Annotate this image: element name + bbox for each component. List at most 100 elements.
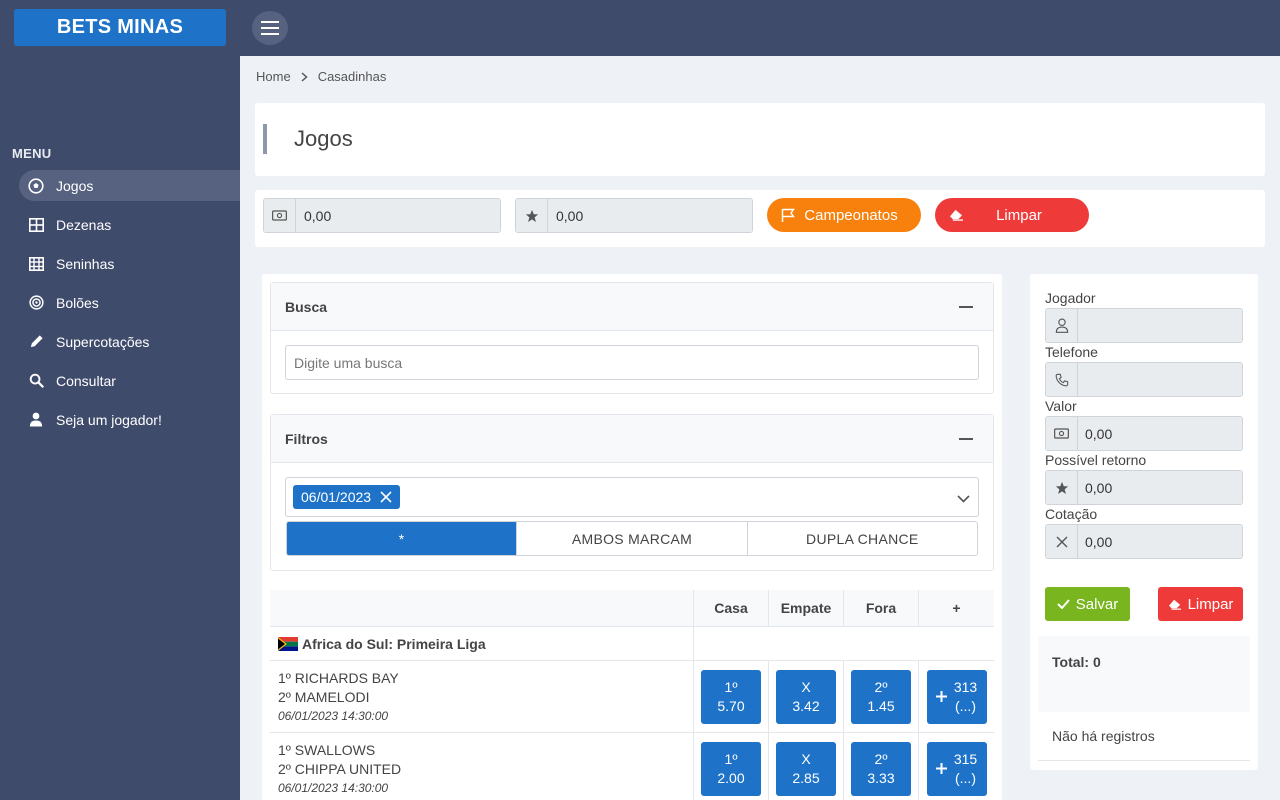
home-team: 1º SWALLOWS bbox=[278, 742, 376, 758]
sidebar-item-supercotacoes[interactable]: Supercotações bbox=[19, 326, 240, 357]
more-count: 313 (...) bbox=[954, 678, 977, 716]
jogador-input-group[interactable] bbox=[1045, 308, 1243, 343]
star-icon bbox=[516, 199, 548, 232]
cotacao-input-group[interactable]: 0,00 bbox=[1045, 524, 1243, 559]
soccer-ball-icon bbox=[28, 177, 44, 194]
odd-label: X bbox=[801, 750, 811, 767]
bet-slip-card: Jogador Telefone Valor 0,00 Possível ret… bbox=[1030, 274, 1258, 770]
salvar-label: Salvar bbox=[1075, 595, 1119, 613]
telefone-input[interactable] bbox=[1078, 363, 1242, 396]
target-icon bbox=[28, 295, 44, 311]
home-team: 1º RICHARDS BAY bbox=[278, 670, 399, 686]
retorno-slip-input[interactable]: 0,00 bbox=[1078, 471, 1242, 504]
odd-label: 2º bbox=[874, 750, 888, 767]
busca-header: Busca bbox=[271, 283, 993, 331]
odd-fora-button[interactable]: 2º 1.45 bbox=[851, 669, 911, 724]
odd-fora-button[interactable]: 2º 3.33 bbox=[851, 741, 911, 796]
search-input[interactable]: Digite uma busca bbox=[285, 345, 979, 380]
more-count-suffix: (...) bbox=[954, 697, 976, 714]
odd-casa-button[interactable]: 1º 2.00 bbox=[701, 741, 761, 796]
games-table: Casa Empate Fora + Africa do Sul: Primei… bbox=[270, 590, 994, 800]
busca-panel: Busca Digite uma busca bbox=[270, 282, 994, 394]
user-icon bbox=[28, 412, 44, 428]
header-casa: Casa bbox=[694, 590, 769, 626]
telefone-input-group[interactable] bbox=[1045, 362, 1243, 397]
sidebar-item-dezenas[interactable]: Dezenas bbox=[19, 209, 240, 240]
sidebar-item-label: Consultar bbox=[56, 372, 116, 389]
user-outline-icon bbox=[1046, 309, 1078, 342]
valor-slip-input-group[interactable]: 0,00 bbox=[1045, 416, 1243, 451]
table-icon bbox=[28, 256, 44, 272]
sidebar-item-seja-jogador[interactable]: Seja um jogador! bbox=[19, 404, 240, 435]
limpar-button[interactable]: Limpar bbox=[935, 198, 1089, 232]
empate-cell: X 2.85 bbox=[769, 733, 844, 800]
tab-ambos-marcam[interactable]: AMBOS MARCAM bbox=[517, 522, 748, 555]
plus-icon bbox=[935, 689, 947, 705]
empty-message: Não há registros bbox=[1052, 728, 1155, 744]
jogador-label: Jogador bbox=[1045, 290, 1096, 306]
pencil-icon bbox=[28, 334, 44, 350]
breadcrumb-home[interactable]: Home bbox=[256, 69, 291, 84]
odd-empate-button[interactable]: X 3.42 bbox=[776, 669, 836, 724]
cotacao-label: Cotação bbox=[1045, 506, 1098, 522]
flag-icon bbox=[781, 208, 795, 226]
salvar-button[interactable]: Salvar bbox=[1045, 587, 1130, 621]
header-blank bbox=[270, 590, 694, 626]
retorno-slip-input-group[interactable]: 0,00 bbox=[1045, 470, 1243, 505]
sidebar-item-seninhas[interactable]: Seninhas bbox=[19, 248, 240, 279]
money-icon bbox=[1046, 417, 1078, 450]
filtros-title: Filtros bbox=[285, 430, 328, 447]
valor-input[interactable]: 0,00 bbox=[296, 199, 500, 232]
sidebar-item-consultar[interactable]: Consultar bbox=[19, 365, 240, 396]
sidebar-item-label: Bolões bbox=[56, 294, 99, 311]
sidebar-item-jogos[interactable]: Jogos bbox=[19, 170, 240, 201]
grid-icon bbox=[28, 217, 44, 233]
odd-casa-button[interactable]: 1º 5.70 bbox=[701, 669, 761, 724]
retorno-input-group[interactable]: 0,00 bbox=[515, 198, 753, 233]
more-cell: 315 (...) bbox=[919, 733, 994, 800]
header-more: + bbox=[952, 600, 961, 616]
close-icon[interactable] bbox=[380, 491, 392, 503]
tab-all[interactable]: * bbox=[287, 522, 518, 555]
odd-empate-button[interactable]: X 2.85 bbox=[776, 741, 836, 796]
fora-cell: 2º 3.33 bbox=[844, 733, 919, 800]
eraser-icon bbox=[1168, 598, 1182, 610]
limpar-slip-button[interactable]: Limpar bbox=[1158, 587, 1243, 621]
table-row: 1º RICHARDS BAY 2º MAMELODI 06/01/2023 1… bbox=[270, 661, 994, 733]
chevron-down-icon[interactable] bbox=[957, 490, 970, 506]
odd-value: 2.00 bbox=[717, 769, 745, 786]
minus-icon[interactable] bbox=[959, 305, 973, 308]
more-count-suffix: (...) bbox=[954, 769, 976, 786]
more-markets-button[interactable]: 313 (...) bbox=[926, 669, 987, 724]
teams-cell: 1º RICHARDS BAY 2º MAMELODI 06/01/2023 1… bbox=[270, 661, 694, 732]
page-title-card: Jogos bbox=[255, 103, 1265, 176]
header-fora: Fora bbox=[844, 590, 919, 626]
game-datetime: 06/01/2023 14:30:00 bbox=[278, 709, 389, 723]
cotacao-input[interactable]: 0,00 bbox=[1078, 525, 1242, 558]
games-card: Busca Digite uma busca Filtros 06/01/202… bbox=[262, 274, 1002, 800]
campeonatos-button[interactable]: Campeonatos bbox=[767, 198, 921, 232]
hamburger-menu-button[interactable] bbox=[252, 11, 288, 45]
odd-label: X bbox=[801, 678, 811, 695]
odd-label: 2º bbox=[874, 678, 888, 695]
game-datetime: 06/01/2023 14:30:00 bbox=[278, 781, 389, 795]
date-multiselect[interactable]: 06/01/2023 bbox=[285, 477, 979, 517]
tab-dupla-chance[interactable]: DUPLA CHANCE bbox=[747, 522, 977, 555]
telefone-label: Telefone bbox=[1045, 344, 1098, 360]
sidebar-item-boloes[interactable]: Bolões bbox=[19, 287, 240, 318]
casa-cell: 1º 2.00 bbox=[694, 733, 769, 800]
jogador-input[interactable] bbox=[1078, 309, 1242, 342]
odd-value: 2.85 bbox=[792, 769, 820, 786]
brand-logo[interactable]: BETS MINAS bbox=[14, 9, 226, 46]
more-markets-button[interactable]: 315 (...) bbox=[926, 741, 987, 796]
retorno-input[interactable]: 0,00 bbox=[548, 199, 752, 232]
valor-input-group[interactable]: 0,00 bbox=[263, 198, 501, 233]
check-icon bbox=[1057, 599, 1070, 609]
league-name: Africa do Sul: Primeira Liga bbox=[302, 635, 486, 652]
more-cell: 313 (...) bbox=[919, 661, 994, 732]
minus-icon[interactable] bbox=[959, 437, 973, 440]
main-content: Home Casadinhas Jogos 0,00 0,00 Campeona… bbox=[240, 56, 1280, 800]
odd-value: 3.42 bbox=[792, 697, 820, 714]
valor-slip-input[interactable]: 0,00 bbox=[1078, 417, 1242, 450]
date-chip-label: 06/01/2023 bbox=[301, 489, 372, 505]
